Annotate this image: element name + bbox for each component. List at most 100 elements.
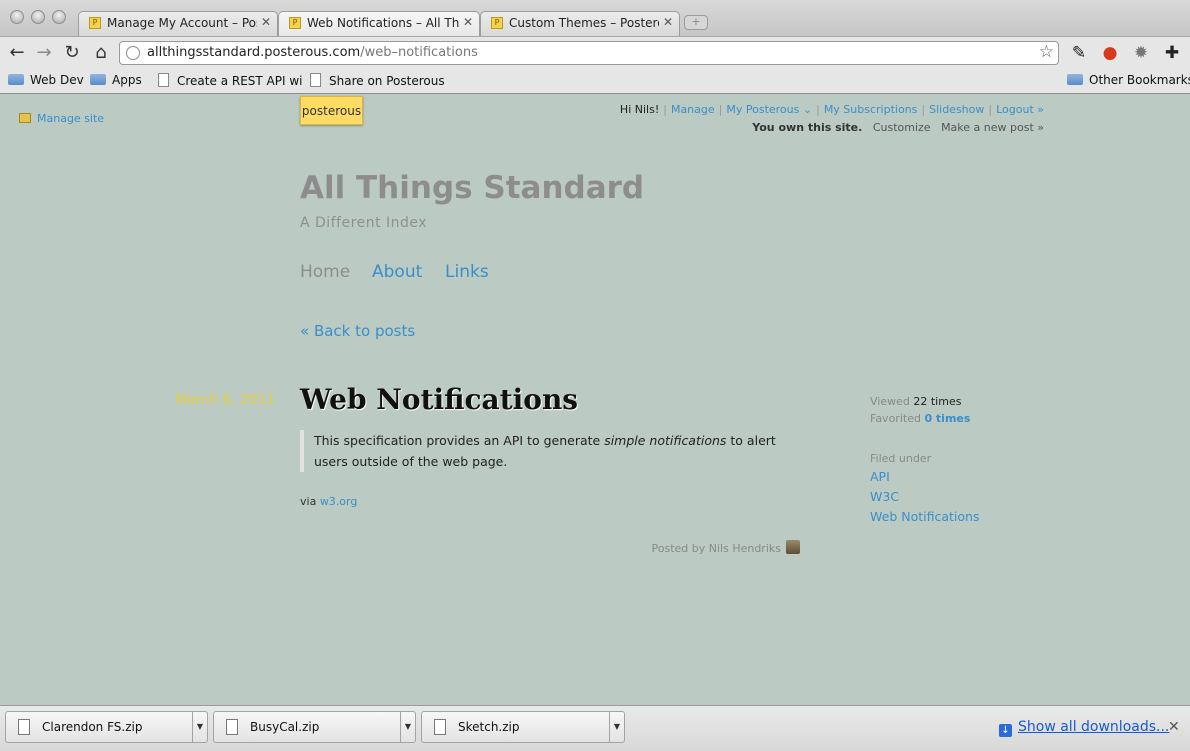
tab-title: Custom Themes – Posterous	[509, 16, 659, 30]
posted-by: Posted by Nils Hendriks	[652, 540, 800, 555]
via-label: via	[300, 495, 320, 508]
home-icon[interactable]: ⌂	[91, 43, 111, 63]
download-item[interactable]: BusyCal.zip ▼	[213, 711, 416, 743]
via-line: via w3.org	[300, 495, 357, 508]
via-link[interactable]: w3.org	[320, 495, 358, 508]
download-item[interactable]: Sketch.zip ▼	[421, 711, 625, 743]
nav-home[interactable]: Home	[300, 262, 350, 282]
bookmark-label: Apps	[112, 73, 142, 87]
own-site-text: You own this site.	[752, 121, 863, 134]
avatar[interactable]	[786, 540, 800, 554]
download-menu-arrow-icon[interactable]: ▼	[192, 712, 207, 742]
tab-manage-account[interactable]: P Manage My Account – Poster ✕	[78, 11, 278, 36]
author-text[interactable]: Posted by Nils Hendriks	[652, 542, 782, 555]
post-quote: This specification provides an API to ge…	[300, 430, 800, 472]
folder-icon	[8, 74, 24, 85]
download-name: Clarendon FS.zip	[42, 720, 143, 734]
file-icon	[226, 719, 238, 735]
bookmark-label: Other Bookmarks	[1089, 73, 1190, 87]
close-downloads-icon[interactable]: ✕	[1168, 719, 1180, 735]
download-item[interactable]: Clarendon FS.zip ▼	[5, 711, 208, 743]
folder-icon	[90, 74, 106, 85]
folder-icon	[1067, 74, 1083, 85]
tab-custom-themes[interactable]: P Custom Themes – Posterous ✕	[480, 11, 680, 36]
manage-site-link[interactable]: Manage site	[19, 112, 104, 125]
tab-title: Manage My Account – Poster	[107, 16, 257, 30]
viewed-line: Viewed 22 times	[870, 393, 970, 410]
other-bookmarks[interactable]: Other Bookmarks	[1067, 73, 1190, 87]
greeting: Hi Nils!	[619, 103, 660, 116]
show-all-downloads-link[interactable]: ↓ Show all downloads...	[999, 719, 1169, 737]
tag-web-notifications[interactable]: Web Notifications	[870, 509, 979, 524]
window-zoom-button[interactable]	[52, 10, 66, 24]
posterous-favicon-icon: P	[89, 17, 101, 29]
download-name: BusyCal.zip	[250, 720, 320, 734]
reload-icon[interactable]: ↻	[62, 43, 82, 63]
my-subscriptions-link[interactable]: My Subscriptions	[824, 103, 918, 116]
bookmark-web-dev[interactable]: Web Dev	[8, 73, 84, 87]
posterous-favicon-icon: P	[491, 17, 503, 29]
bookmark-create-rest-api[interactable]: Create a REST API wi	[158, 73, 302, 88]
post-date: March 6, 2011	[175, 392, 276, 408]
download-menu-arrow-icon[interactable]: ▼	[400, 712, 415, 742]
url-path: /web–notifications	[360, 45, 478, 60]
new-post-link[interactable]: Make a new post »	[941, 121, 1044, 134]
viewed-label: Viewed	[870, 395, 914, 408]
tab-web-notifications[interactable]: P Web Notifications – All Thing ✕	[278, 11, 480, 36]
dropper-icon[interactable]: ✎	[1069, 43, 1089, 63]
slideshow-link[interactable]: Slideshow	[929, 103, 984, 116]
file-icon	[434, 719, 446, 735]
posterous-favicon-icon: P	[289, 17, 301, 29]
favorited-count[interactable]: 0 times	[924, 412, 970, 425]
back-arrow-icon[interactable]: ←	[7, 43, 27, 63]
close-tab-icon[interactable]: ✕	[261, 15, 271, 29]
site-subtitle: A Different Index	[300, 215, 428, 231]
site-title[interactable]: All Things Standard	[300, 170, 644, 206]
favorited-label: Favorited	[870, 412, 925, 425]
customize-link[interactable]: Customize	[873, 121, 931, 134]
nav-about[interactable]: About	[372, 262, 422, 282]
bookmark-label: Share on Posterous	[329, 74, 445, 88]
favorited-line: Favorited 0 times	[870, 410, 970, 427]
posterous-logo[interactable]: posterous	[300, 96, 363, 125]
extension-red-icon[interactable]: ●	[1100, 43, 1120, 63]
manage-link[interactable]: Manage	[671, 103, 715, 116]
back-to-posts-link[interactable]: « Back to posts	[300, 322, 415, 340]
quote-emphasis: simple notifications	[604, 433, 727, 448]
download-menu-arrow-icon[interactable]: ▼	[609, 712, 624, 742]
bookmark-apps[interactable]: Apps	[90, 73, 142, 87]
tag-api[interactable]: API	[870, 469, 890, 484]
window-minimize-button[interactable]	[31, 10, 45, 24]
post-stats: Viewed 22 times Favorited 0 times	[870, 393, 970, 427]
logout-link[interactable]: Logout »	[996, 103, 1044, 116]
show-all-label: Show all downloads...	[1018, 719, 1170, 735]
close-tab-icon[interactable]: ✕	[663, 15, 673, 29]
forward-arrow-icon[interactable]: →	[34, 43, 54, 63]
manage-site-label: Manage site	[37, 112, 105, 125]
url-host: allthingsstandard.posterous.com	[147, 45, 361, 60]
globe-icon	[126, 46, 140, 60]
window-close-button[interactable]	[10, 10, 24, 24]
new-tab-button[interactable]: +	[684, 15, 708, 30]
tag-w3c[interactable]: W3C	[870, 489, 899, 504]
user-nav: Hi Nils! | Manage | My Posterous ⌄ | My Subscr…	[619, 103, 1044, 116]
viewed-count: 22 times	[913, 395, 962, 408]
my-posterous-link[interactable]: My Posterous ⌄	[726, 103, 812, 116]
gear-icon[interactable]: ✹	[1131, 43, 1151, 63]
owner-actions: You own this site. Customize Make a new …	[752, 121, 1044, 134]
post-title[interactable]: Web Notifications	[300, 383, 578, 416]
bookmark-star-icon[interactable]: ☆	[1039, 42, 1054, 62]
bookmark-label: Web Dev	[30, 73, 84, 87]
bookmark-share-on-posterous[interactable]: Share on Posterous	[310, 73, 445, 88]
download-icon: ↓	[999, 724, 1012, 737]
url-text: allthingsstandard.posterous.com/web–noti…	[147, 45, 478, 60]
nav-links[interactable]: Links	[445, 262, 489, 282]
page-icon	[158, 73, 169, 87]
filed-under-heading: Filed under	[870, 452, 932, 465]
wrench-icon[interactable]: ✚	[1162, 43, 1182, 63]
quote-text: This specification provides an API to ge…	[314, 433, 605, 448]
close-tab-icon[interactable]: ✕	[463, 15, 473, 29]
address-bar[interactable]: allthingsstandard.posterous.com/web–noti…	[119, 41, 1059, 65]
download-name: Sketch.zip	[458, 720, 520, 734]
page-icon	[310, 73, 321, 87]
